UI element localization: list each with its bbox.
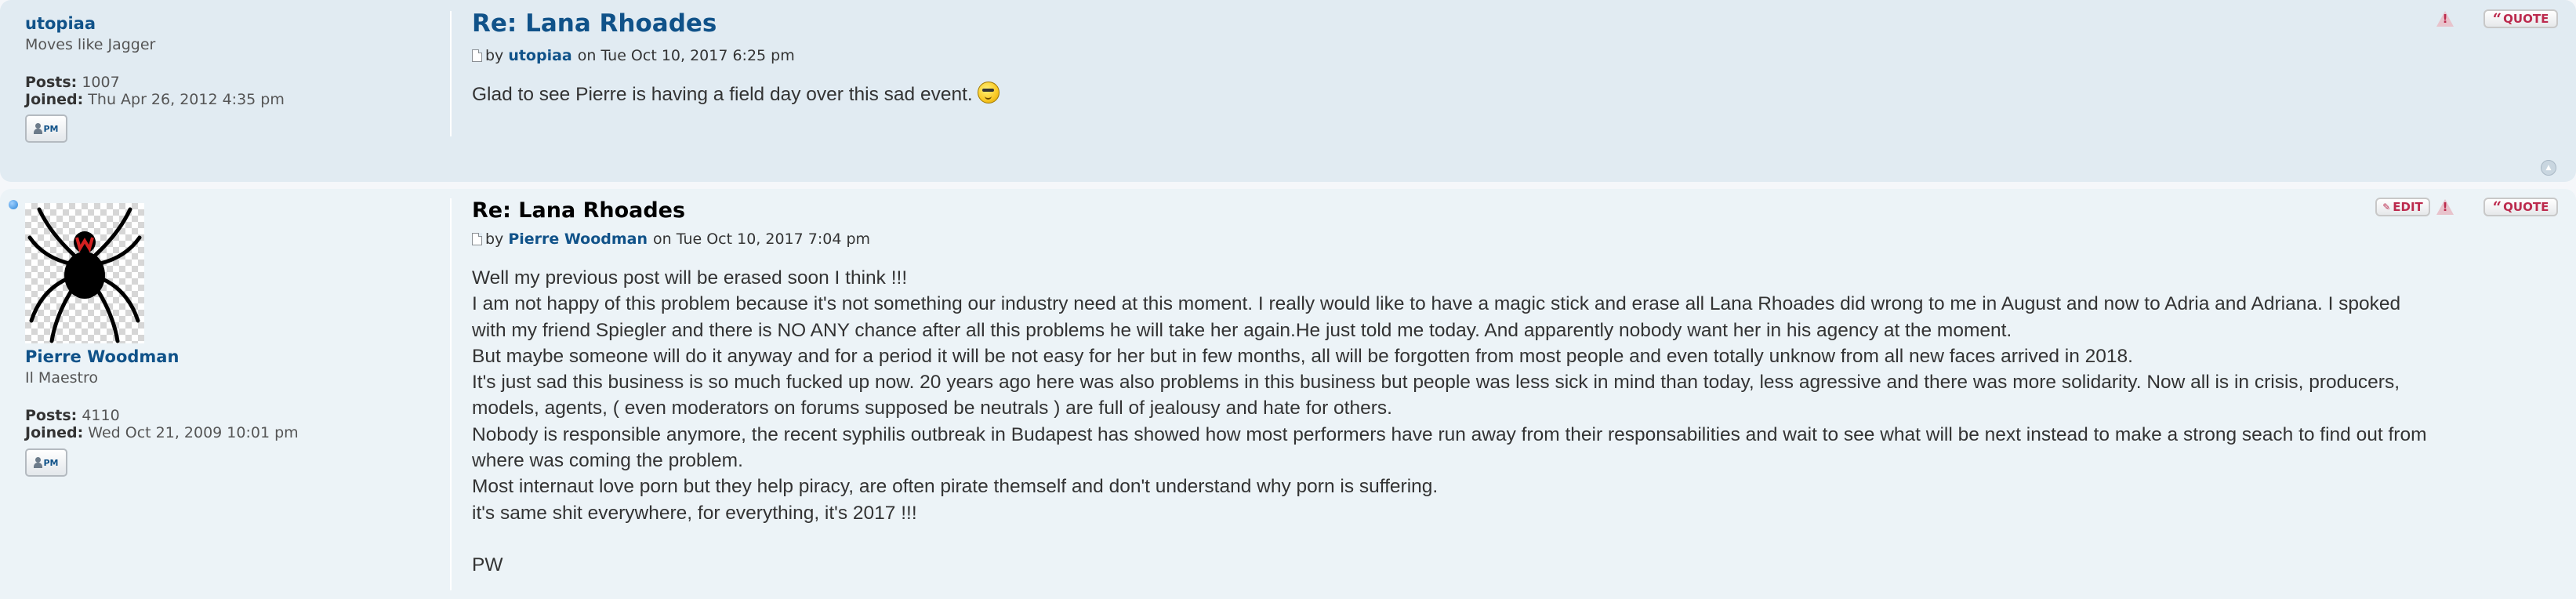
author-name-link[interactable]: Pierre Woodman (25, 347, 299, 366)
post-body: Re: Lana Rhoades by utopiaa on Tue Oct 1… (472, 9, 1000, 107)
pencil-icon: ✎ (2382, 201, 2391, 212)
post-title-link[interactable]: Re: Lana Rhoades (472, 9, 1000, 38)
profile-divider (450, 198, 452, 590)
profile-divider (450, 11, 452, 136)
content-line (472, 526, 2427, 552)
content-line: models, agents, ( even moderators on for… (472, 398, 1392, 419)
post-utopiaa: utopiaa Moves like Jagger Posts: 1007 Jo… (0, 0, 2576, 182)
post-author-line: by Pierre Woodman on Tue Oct 10, 2017 7:… (472, 231, 2427, 248)
content-line: it's same shit everywhere, for everythin… (472, 502, 917, 524)
pm-button[interactable]: PM (25, 448, 67, 477)
user-icon (34, 457, 43, 468)
content-line: I am not happy of this problem because i… (472, 293, 2401, 315)
content-signature: PW (472, 554, 503, 575)
author-post-count: Posts: 4110 (25, 407, 120, 424)
quote-mark-icon: “ (2492, 9, 2502, 28)
author-joined: Joined: Thu Apr 26, 2012 4:35 pm (25, 91, 285, 108)
post-body: Re: Lana Rhoades by Pierre Woodman on Tu… (472, 198, 2427, 578)
author-post-count: Posts: 1007 (25, 74, 120, 91)
post-pierre-woodman: Pierre Woodman Il Maestro Posts: 4110 Jo… (0, 189, 2576, 599)
post-author-line: by utopiaa on Tue Oct 10, 2017 6:25 pm (472, 47, 1000, 64)
post-profile: Pierre Woodman Il Maestro Posts: 4110 Jo… (25, 347, 299, 441)
pm-button[interactable]: PM (25, 114, 67, 143)
post-icon (472, 233, 482, 245)
online-indicator-icon (9, 200, 18, 209)
avatar (25, 203, 144, 343)
post-content: Glad to see Pierre is having a field day… (472, 82, 1000, 107)
author-rank: Il Maestro (25, 369, 99, 387)
content-line: Most internaut love porn but they help p… (472, 476, 1439, 498)
report-button[interactable]: ! (2433, 198, 2457, 216)
content-line: with my friend Spiegler and there is NO … (472, 319, 2012, 341)
byline-username-link[interactable]: utopiaa (508, 47, 571, 64)
content-line: where was coming the problem. (472, 450, 743, 472)
content-line: But maybe someone will do it anyway and … (472, 345, 2133, 367)
byline-username-link[interactable]: Pierre Woodman (508, 231, 648, 248)
content-line: It's just sad this business is so much f… (472, 372, 2400, 394)
report-button[interactable]: ! (2433, 9, 2457, 28)
spider-icon (27, 207, 142, 343)
quote-button[interactable]: “ QUOTE (2483, 198, 2558, 216)
edit-button[interactable]: ✎ EDIT (2375, 198, 2430, 216)
back-to-top-icon[interactable]: ▲ (2541, 160, 2556, 176)
author-rank: Moves like Jagger (25, 36, 156, 53)
quote-mark-icon: “ (2492, 198, 2502, 216)
post-title: Re: Lana Rhoades (472, 198, 686, 223)
content-line: Nobody is responsible anymore, the recen… (472, 423, 2427, 445)
content-line: Well my previous post will be erased soo… (472, 267, 908, 289)
author-joined: Joined: Wed Oct 21, 2009 10:01 pm (25, 424, 299, 441)
author-name-link[interactable]: utopiaa (25, 14, 285, 33)
quote-button[interactable]: “ QUOTE (2483, 9, 2558, 28)
post-profile: utopiaa Moves like Jagger Posts: 1007 Jo… (25, 14, 285, 108)
post-content: Well my previous post will be erased soo… (472, 265, 2427, 578)
cool-smiley-icon (977, 82, 1000, 103)
user-icon (34, 123, 43, 134)
post-icon (472, 49, 482, 62)
